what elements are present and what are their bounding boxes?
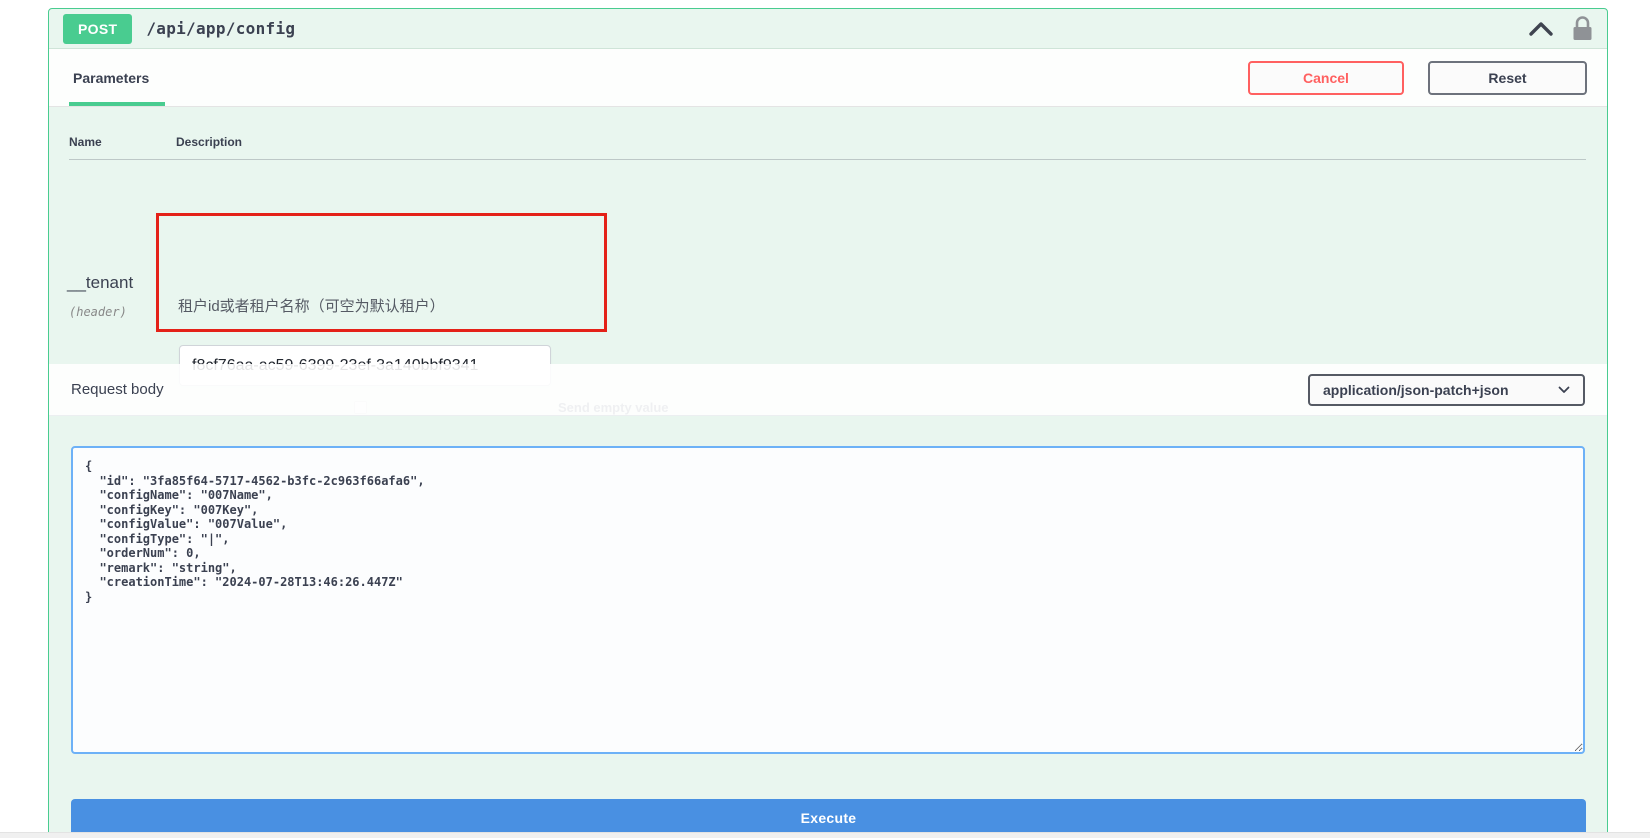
unlock-icon[interactable] [1572,15,1593,42]
horizontal-scrollbar[interactable] [0,832,1650,838]
parameter-location: (header) [69,305,127,319]
content-type-select[interactable]: application/json-patch+json [1308,374,1585,406]
request-body-section: { "id": "3fa85f64-5717-4562-b3fc-2c963f6… [49,416,1607,838]
reset-button[interactable]: Reset [1428,61,1587,95]
tab-parameters-label: Parameters [73,70,149,86]
request-body-editor[interactable]: { "id": "3fa85f64-5717-4562-b3fc-2c963f6… [71,446,1585,754]
swagger-operation-panel: POST /api/app/config Parameters Cancel [0,0,1650,838]
chevron-up-icon[interactable] [1528,20,1554,37]
parameter-description: 租户id或者租户名称（可空为默认租户） [178,295,445,316]
request-body-title: Request body [71,381,164,398]
cancel-button[interactable]: Cancel [1248,61,1404,95]
parameter-name: __tenant [67,273,133,293]
description-column-header: Description [176,135,242,149]
table-header-divider [69,159,1586,160]
parameters-section: Name Description __tenant (header) 租户id或… [49,107,1607,364]
name-column-header: Name [69,135,102,149]
endpoint-path: /api/app/config [146,19,295,38]
post-opblock: POST /api/app/config Parameters Cancel [48,8,1608,838]
section-header: Parameters Cancel Reset [49,49,1607,107]
tab-parameters[interactable]: Parameters [69,49,165,106]
http-method-badge: POST [63,14,132,44]
opblock-summary[interactable]: POST /api/app/config [49,9,1607,49]
chevron-down-icon [1558,386,1570,394]
content-type-value: application/json-patch+json [1323,382,1509,398]
request-body-header: Request body application/json-patch+json [49,364,1607,416]
